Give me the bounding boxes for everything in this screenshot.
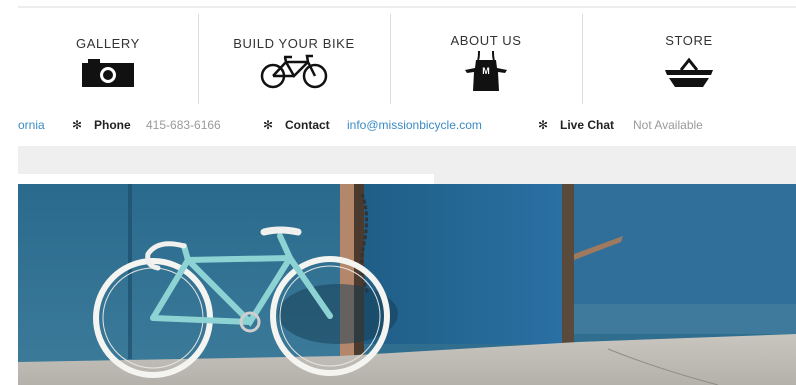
contact-label: Contact: [285, 118, 330, 132]
gear-icon: ✻: [538, 118, 549, 132]
nav-build-label: BUILD YOUR BIKE: [233, 36, 355, 51]
phone-value: 415-683-6166: [146, 118, 221, 132]
apron-letter: M: [482, 66, 490, 76]
nav-about-us[interactable]: ABOUT US M: [390, 12, 582, 104]
nav-store-label: STORE: [665, 33, 713, 48]
contact-email-link[interactable]: info@missionbicycle.com: [347, 118, 482, 132]
live-chat-status: Not Available: [633, 118, 703, 132]
bicycle-icon: [260, 54, 328, 89]
nav-gallery[interactable]: GALLERY: [18, 12, 198, 104]
nav-about-label: ABOUT US: [450, 33, 522, 48]
main-nav: GALLERY BUILD YOUR BIKE ABOUT US M STORE: [18, 12, 796, 104]
white-block: [18, 174, 434, 184]
top-strip: [0, 0, 796, 8]
hero-bike-photo: [18, 184, 796, 385]
info-bar: ornia ✻ Phone 415-683-6166 ✻ Contact inf…: [18, 116, 796, 136]
gear-icon: ✻: [72, 118, 83, 132]
camera-icon: [82, 59, 134, 87]
phone-label: Phone: [94, 118, 131, 132]
gear-icon: ✻: [263, 118, 274, 132]
location-text: ornia: [18, 118, 45, 132]
apron-icon: M: [465, 50, 507, 91]
live-chat-label[interactable]: Live Chat: [560, 118, 614, 132]
nav-gallery-label: GALLERY: [76, 36, 140, 51]
hero-image: [18, 184, 796, 385]
basket-icon: [665, 57, 713, 87]
nav-store[interactable]: STORE: [582, 12, 796, 104]
nav-build-your-bike[interactable]: BUILD YOUR BIKE: [198, 12, 390, 104]
